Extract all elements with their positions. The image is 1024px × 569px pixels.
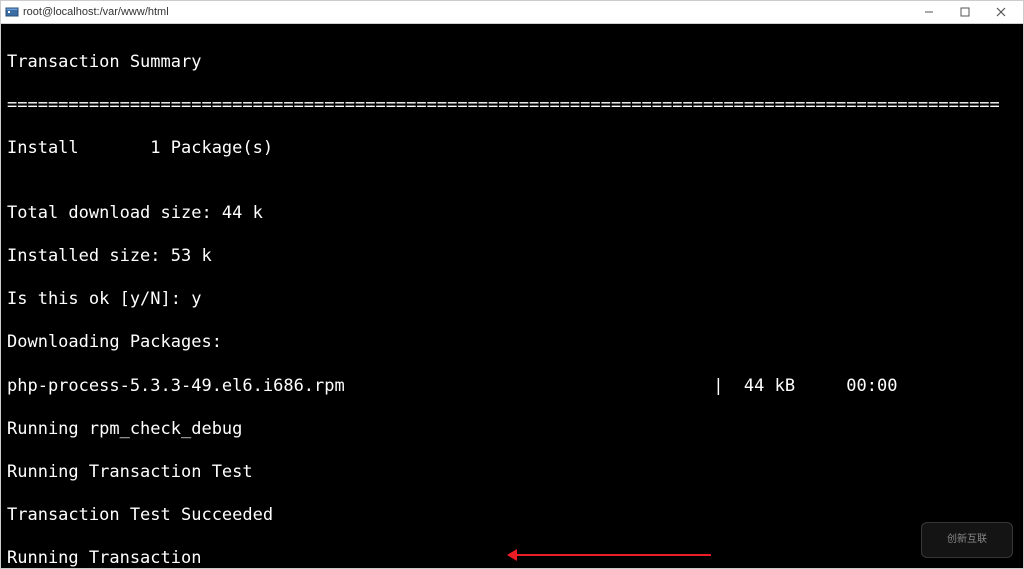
putty-icon [5, 5, 19, 19]
terminal-line: Running Transaction Test [7, 462, 1017, 484]
title-bar[interactable]: root@localhost:/var/www/html [1, 1, 1023, 24]
terminal-line: php-process-5.3.3-49.el6.i686.rpm | 44 k… [7, 376, 1017, 398]
arrow-annotation [511, 554, 711, 556]
terminal-line: Install 1 Package(s) [7, 138, 1017, 160]
terminal-line: Is this ok [y/N]: y [7, 289, 1017, 311]
terminal-line: Downloading Packages: [7, 332, 1017, 354]
terminal-line: Installed size: 53 k [7, 246, 1017, 268]
close-button[interactable] [983, 1, 1019, 23]
maximize-button[interactable] [947, 1, 983, 23]
window-title: root@localhost:/var/www/html [23, 6, 169, 18]
terminal-line: ========================================… [7, 95, 1017, 117]
terminal-line: Total download size: 44 k [7, 203, 1017, 225]
terminal-area[interactable]: Transaction Summary ====================… [1, 24, 1023, 568]
terminal-line: Transaction Test Succeeded [7, 505, 1017, 527]
minimize-button[interactable] [911, 1, 947, 23]
terminal-line: Running rpm_check_debug [7, 419, 1017, 441]
terminal-line: Transaction Summary [7, 52, 1017, 74]
putty-window: root@localhost:/var/www/html Transaction… [0, 0, 1024, 569]
